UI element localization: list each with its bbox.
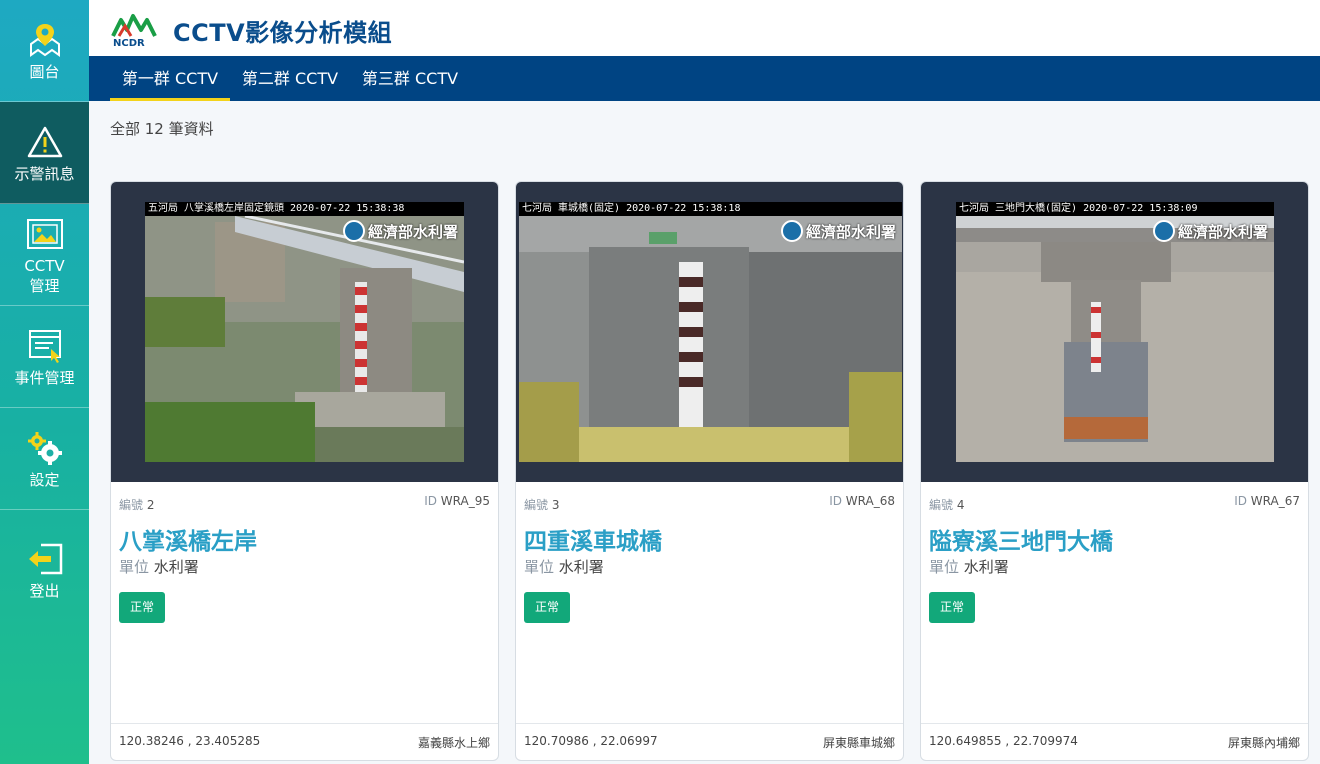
location: 嘉義縣水上鄉 <box>417 736 490 750</box>
site-name[interactable]: 八掌溪橋左岸 <box>119 522 257 556</box>
sidebar-item-label: 設定 <box>29 470 60 489</box>
cctv-thumbnail[interactable]: 五河局 八掌溪橋左岸固定鏡頭 2020-07-22 15:38:38 經濟部水利… <box>111 182 498 482</box>
sidebar-item-map[interactable]: 圖台 <box>0 0 89 102</box>
tab-bar: 第一群 CCTV 第二群 CCTV 第三群 CCTV <box>89 56 1320 101</box>
wra-watermark: 經濟部水利署 <box>1152 220 1268 242</box>
card-footer: 120.38246 , 23.405285 嘉義縣水上鄉 <box>111 723 498 760</box>
site-name[interactable]: 隘寮溪三地門大橋 <box>929 522 1113 556</box>
image-icon <box>25 214 65 254</box>
wra-watermark: 經濟部水利署 <box>342 220 458 242</box>
sidebar-item-label: 登出 <box>29 582 60 600</box>
cctv-snapshot: 五河局 八掌溪橋左岸固定鏡頭 2020-07-22 15:38:38 經濟部水利… <box>145 202 464 462</box>
card-number: 編號 2 <box>119 496 154 513</box>
number-label: 編號 <box>929 498 954 512</box>
unit-value: 水利署 <box>963 558 1009 576</box>
sidebar-item-label: 事件管理 <box>14 368 75 387</box>
sidebar-item-settings[interactable]: 設定 <box>0 408 89 510</box>
location: 屏東縣車城鄉 <box>822 736 895 750</box>
unit-label: 單位 <box>524 558 555 576</box>
site-name[interactable]: 四重溪車城橋 <box>524 522 662 556</box>
map-pin-icon <box>25 20 65 60</box>
number-value: 2 <box>146 498 155 512</box>
unit-value: 水利署 <box>153 558 199 576</box>
coordinates: 120.649855 , 22.709974 <box>929 734 1078 748</box>
svg-text:NCDR: NCDR <box>113 38 145 48</box>
ncdr-logo: NCDR <box>111 10 161 49</box>
location: 屏東縣內埔鄉 <box>1227 736 1300 750</box>
sidebar-item-logout[interactable]: 登出 <box>0 510 89 630</box>
status-badge[interactable]: 正常 <box>119 592 165 623</box>
watermark-text: 經濟部水利署 <box>805 222 896 241</box>
event-icon <box>25 326 65 366</box>
number-value: 3 <box>551 498 560 512</box>
card-number: 編號 4 <box>929 496 964 513</box>
app-header: NCDR CCTV影像分析模組 <box>89 0 1320 56</box>
id-value: WRA_67 <box>1250 494 1300 508</box>
unit-label: 單位 <box>929 558 960 576</box>
cctv-card[interactable]: 七河局 車城橋(固定) 2020-07-22 15:38:18 經濟部水利署 編… <box>515 181 904 761</box>
number-label: 編號 <box>119 498 144 512</box>
tab-group-1[interactable]: 第一群 CCTV <box>110 56 230 101</box>
id-value: WRA_95 <box>440 494 490 508</box>
watermark-text: 經濟部水利署 <box>367 222 458 241</box>
card-unit: 單位 水利署 <box>524 556 604 577</box>
cctv-osd-text: 五河局 八掌溪橋左岸固定鏡頭 2020-07-22 15:38:38 <box>145 202 464 216</box>
cctv-osd-text: 七河局 三地門大橋(固定) 2020-07-22 15:38:09 <box>956 202 1274 216</box>
card-id: ID WRA_95 <box>424 494 490 508</box>
card-number: 編號 3 <box>524 496 559 513</box>
sidebar-item-events[interactable]: 事件管理 <box>0 306 89 408</box>
wra-logo-icon <box>780 220 803 242</box>
tab-group-3[interactable]: 第三群 CCTV <box>355 56 465 101</box>
card-footer: 120.649855 , 22.709974 屏東縣內埔鄉 <box>921 723 1308 760</box>
logout-icon <box>25 539 65 579</box>
cctv-osd-text: 七河局 車城橋(固定) 2020-07-22 15:38:18 <box>519 202 902 216</box>
wra-watermark: 經濟部水利署 <box>780 220 896 242</box>
sidebar-item-cctv[interactable]: CCTV 管理 <box>0 204 89 306</box>
sidebar-item-label: 圖台 <box>29 62 60 81</box>
tab-group-2[interactable]: 第二群 CCTV <box>235 56 345 101</box>
card-id: ID WRA_68 <box>829 494 895 508</box>
sidebar: 圖台 示警訊息 CCTV 管理 事件管理 設定 登出 <box>0 0 89 764</box>
sidebar-item-label: 示警訊息 <box>14 164 75 183</box>
warning-icon <box>25 122 65 162</box>
cctv-snapshot: 七河局 車城橋(固定) 2020-07-22 15:38:18 經濟部水利署 <box>519 202 902 462</box>
card-footer: 120.70986 , 22.06997 屏東縣車城鄉 <box>516 723 903 760</box>
coordinates: 120.70986 , 22.06997 <box>524 734 658 748</box>
wra-logo-icon <box>1152 220 1175 242</box>
wra-logo-icon <box>342 220 365 242</box>
id-label: ID <box>424 494 437 508</box>
unit-value: 水利署 <box>558 558 604 576</box>
sidebar-item-label-line1: CCTV <box>24 256 65 275</box>
sidebar-item-alerts[interactable]: 示警訊息 <box>0 102 89 204</box>
unit-label: 單位 <box>119 558 150 576</box>
cctv-thumbnail[interactable]: 七河局 車城橋(固定) 2020-07-22 15:38:18 經濟部水利署 <box>516 182 903 482</box>
cctv-card[interactable]: 七河局 三地門大橋(固定) 2020-07-22 15:38:09 經濟部水利署… <box>920 181 1309 761</box>
coordinates: 120.38246 , 23.405285 <box>119 734 261 748</box>
sidebar-item-label-line2: 管理 <box>29 276 60 295</box>
cctv-thumbnail[interactable]: 七河局 三地門大橋(固定) 2020-07-22 15:38:09 經濟部水利署 <box>921 182 1308 482</box>
status-badge[interactable]: 正常 <box>524 592 570 623</box>
cctv-snapshot: 七河局 三地門大橋(固定) 2020-07-22 15:38:09 經濟部水利署 <box>956 202 1274 462</box>
status-badge[interactable]: 正常 <box>929 592 975 623</box>
page-title: CCTV影像分析模組 <box>173 19 393 47</box>
number-value: 4 <box>956 498 965 512</box>
record-count: 全部 12 筆資料 <box>110 120 214 138</box>
cctv-card[interactable]: 五河局 八掌溪橋左岸固定鏡頭 2020-07-22 15:38:38 經濟部水利… <box>110 181 499 761</box>
gear-icon <box>25 428 65 468</box>
watermark-text: 經濟部水利署 <box>1177 222 1268 241</box>
sidebar-item-label: CCTV 管理 <box>24 256 64 296</box>
card-unit: 單位 水利署 <box>119 556 199 577</box>
id-value: WRA_68 <box>845 494 895 508</box>
number-label: 編號 <box>524 498 549 512</box>
id-label: ID <box>1234 494 1247 508</box>
card-id: ID WRA_67 <box>1234 494 1300 508</box>
card-unit: 單位 水利署 <box>929 556 1009 577</box>
id-label: ID <box>829 494 842 508</box>
